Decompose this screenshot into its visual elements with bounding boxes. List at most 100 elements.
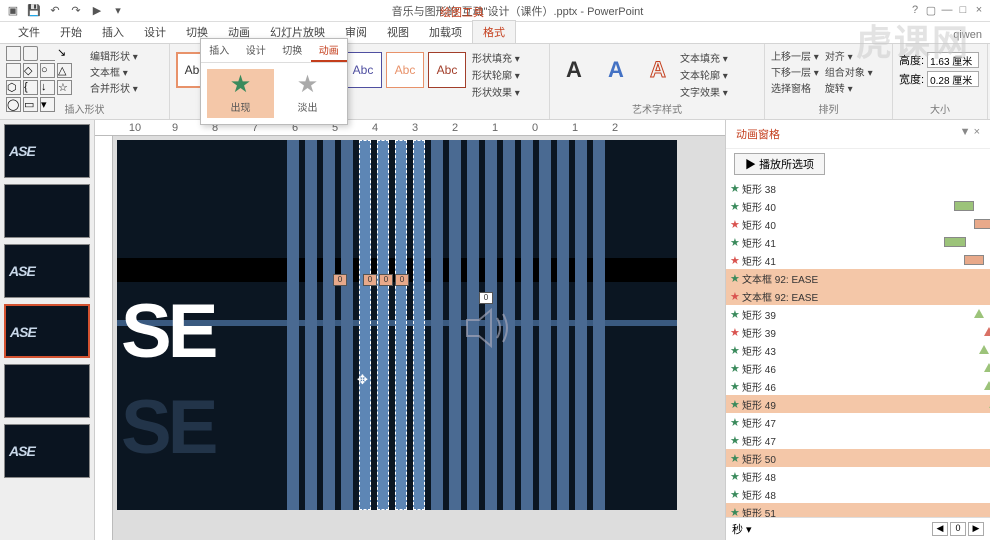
anim-item[interactable]: ★矩形 47 (726, 431, 990, 449)
scroll-left-icon[interactable]: ◀ (932, 522, 948, 536)
anim-tag[interactable]: 0 (379, 274, 393, 286)
thumbnail[interactable]: ASE (4, 304, 90, 358)
ease-text: SE (121, 288, 214, 375)
star-icon: ★ (278, 73, 337, 97)
slide-thumbnails: ASE ASE ASE ASE (0, 120, 95, 540)
anim-item[interactable]: ★文本框 92: EASE (726, 269, 990, 287)
anim-tag[interactable]: 0 (333, 274, 347, 286)
popup-tab-animation[interactable]: 动画 (311, 39, 348, 62)
group-wordart: 艺术字样式 (556, 101, 758, 117)
shapes-gallery[interactable]: ↘ ◇○△⬡{ ↓☆◯▭▾ (6, 46, 86, 100)
width-label: 宽度: (899, 71, 924, 87)
anim-item[interactable]: ★矩形 40 (726, 215, 990, 233)
save-icon[interactable]: 💾 (25, 3, 43, 19)
anim-item[interactable]: ★矩形 39 (726, 305, 990, 323)
slide-canvas[interactable]: SE SE 0 0 0 0 0 ✥ (117, 140, 677, 510)
popup-tab-design[interactable]: 设计 (238, 39, 275, 62)
group-size: 大小 (899, 101, 981, 117)
text-fill-button[interactable]: 文本填充 ▾ (680, 50, 728, 65)
anim-item[interactable]: ★矩形 41 (726, 251, 990, 269)
maximize-icon[interactable]: □ (956, 4, 970, 17)
anim-item[interactable]: ★矩形 40 (726, 197, 990, 215)
effect-fade[interactable]: ★ 淡出 (274, 69, 341, 118)
window-title: 音乐与图形的"互动"设计（课件）.pptx - PowerPoint (127, 3, 908, 19)
anim-item[interactable]: ★矩形 41 (726, 233, 990, 251)
anim-item[interactable]: ★文本框 92: EASE (726, 287, 990, 305)
shape-style-7[interactable]: Abc (428, 52, 466, 88)
text-effects-button[interactable]: 文字效果 ▾ (680, 84, 728, 99)
anim-item[interactable]: ★矩形 39 (726, 323, 990, 341)
close-pane-icon[interactable]: ▼ × (960, 126, 980, 142)
align-button[interactable]: 对齐 ▾ (825, 48, 873, 63)
bring-forward-button[interactable]: 上移一层 ▾ (771, 48, 819, 63)
ribbon-toggle-icon[interactable]: ▢ (924, 4, 938, 17)
speaker-icon[interactable] (457, 298, 517, 358)
text-outline-button[interactable]: 文本轮廓 ▾ (680, 67, 728, 82)
thumbnail[interactable] (4, 364, 90, 418)
send-backward-button[interactable]: 下移一层 ▾ (771, 64, 819, 79)
shape-style-6[interactable]: Abc (386, 52, 424, 88)
rotate-button[interactable]: 旋转 ▾ (825, 80, 873, 95)
scroll-right-icon[interactable]: ▶ (968, 522, 984, 536)
anim-item[interactable]: ★矩形 47 (726, 413, 990, 431)
height-input[interactable] (927, 52, 979, 68)
wordart-3[interactable]: A (640, 52, 676, 88)
selection-pane-button[interactable]: 选择窗格 (771, 80, 819, 95)
anim-tag[interactable]: 0 (395, 274, 409, 286)
merge-shapes-button[interactable]: 合并形状 ▾ (90, 80, 138, 95)
seconds-label[interactable]: 秒 ▾ (732, 521, 752, 537)
close-icon[interactable]: × (972, 4, 986, 17)
bars (287, 140, 605, 510)
anim-tag[interactable]: 0 (363, 274, 377, 286)
shape-outline-button[interactable]: 形状轮廓 ▾ (472, 67, 520, 82)
play-selected-button[interactable]: ▶ 播放所选项 (734, 153, 825, 175)
tab-format[interactable]: 格式 (472, 20, 516, 43)
anim-item[interactable]: ★矩形 51 (726, 503, 990, 517)
edit-shape-button[interactable]: 编辑形状 ▾ (90, 48, 138, 63)
tab-insert[interactable]: 插入 (92, 21, 134, 43)
tab-addins[interactable]: 加载项 (419, 21, 472, 43)
anim-item[interactable]: ★矩形 48 (726, 467, 990, 485)
thumbnail[interactable]: ASE (4, 124, 90, 178)
animation-popup: 插入 设计 切换 动画 ★ 出现 ★ 淡出 (200, 38, 348, 125)
width-input[interactable] (927, 71, 979, 87)
anim-item[interactable]: ★矩形 38 (726, 179, 990, 197)
anim-item[interactable]: ★矩形 46 (726, 359, 990, 377)
tab-design[interactable]: 设计 (134, 21, 176, 43)
shape-effects-button[interactable]: 形状效果 ▾ (472, 84, 520, 99)
undo-icon[interactable]: ↶ (46, 3, 64, 19)
minimize-icon[interactable]: — (940, 4, 954, 17)
title-bar: ▣ 💾 ↶ ↷ ▶ ▾ 音乐与图形的"互动"设计（课件）.pptx - Powe… (0, 0, 990, 22)
popup-tab-transition[interactable]: 切换 (274, 39, 311, 62)
user-label[interactable]: qiwen (945, 27, 990, 43)
quick-access: ▣ 💾 ↶ ↷ ▶ ▾ (4, 3, 127, 19)
group-button[interactable]: 组合对象 ▾ (825, 64, 873, 79)
ruler-vertical (95, 136, 113, 540)
zoom-out-icon[interactable]: 0 (950, 522, 966, 536)
textbox-button[interactable]: 文本框 ▾ (90, 64, 138, 79)
help-icon[interactable]: ? (908, 4, 922, 17)
ppt-icon[interactable]: ▣ (4, 3, 22, 19)
thumbnail[interactable] (4, 184, 90, 238)
popup-tab-insert[interactable]: 插入 (201, 39, 238, 62)
tab-file[interactable]: 文件 (8, 21, 50, 43)
shape-style-5[interactable]: Abc (344, 52, 382, 88)
thumbnail[interactable]: ASE (4, 424, 90, 478)
thumbnail[interactable]: ASE (4, 244, 90, 298)
anim-item[interactable]: ★矩形 49 (726, 395, 990, 413)
animation-list[interactable]: ★矩形 38★矩形 40★矩形 40★矩形 41★矩形 41★文本框 92: E… (726, 179, 990, 517)
tab-home[interactable]: 开始 (50, 21, 92, 43)
wordart-2[interactable]: A (598, 52, 634, 88)
anim-item[interactable]: ★矩形 46 (726, 377, 990, 395)
anim-item[interactable]: ★矩形 43 (726, 341, 990, 359)
ruler-horizontal: 10987654321012 (95, 120, 725, 136)
redo-icon[interactable]: ↷ (67, 3, 85, 19)
shape-fill-button[interactable]: 形状填充 ▾ (472, 50, 520, 65)
anim-item[interactable]: ★矩形 48 (726, 485, 990, 503)
qat-more-icon[interactable]: ▾ (109, 3, 127, 19)
start-icon[interactable]: ▶ (88, 3, 106, 19)
anim-item[interactable]: ★矩形 50 (726, 449, 990, 467)
wordart-1[interactable]: A (556, 52, 592, 88)
effect-appear[interactable]: ★ 出现 (207, 69, 274, 118)
tab-view[interactable]: 视图 (377, 21, 419, 43)
